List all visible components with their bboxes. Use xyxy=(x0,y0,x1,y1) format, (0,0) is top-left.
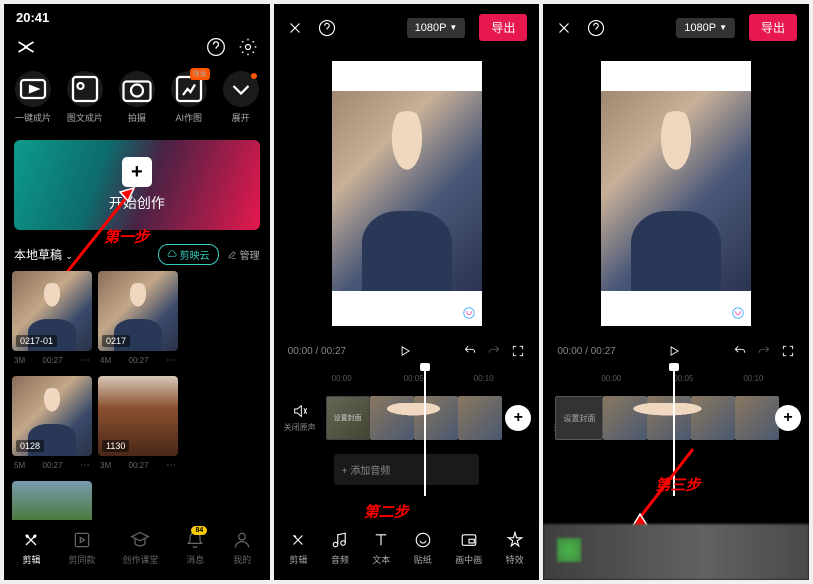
tool-expand[interactable]: 展开 xyxy=(223,71,259,124)
etool-sticker[interactable]: 贴纸 xyxy=(414,531,432,566)
etool-cut[interactable]: 剪辑 xyxy=(289,531,307,566)
add-clip-button[interactable]: + xyxy=(505,405,531,431)
play-icon[interactable] xyxy=(398,344,412,358)
draft-card[interactable]: 02174M00:27⋯ xyxy=(98,271,178,370)
cloud-button[interactable]: 剪映云 xyxy=(158,244,219,265)
cover-clip[interactable]: 设置封面 xyxy=(555,396,603,440)
more-icon[interactable]: ⋯ xyxy=(80,355,90,366)
timeline-clips[interactable]: 设置封面 xyxy=(555,396,779,440)
preview-canvas[interactable] xyxy=(332,61,482,326)
nav-template[interactable]: 剪同款 xyxy=(68,530,95,566)
watermark-icon xyxy=(462,306,476,320)
fullscreen-icon[interactable] xyxy=(511,344,525,358)
watermark-icon xyxy=(731,306,745,320)
nav-edit[interactable]: 剪辑 xyxy=(21,530,41,566)
help-icon[interactable] xyxy=(587,19,605,37)
export-button[interactable]: 导出 xyxy=(749,14,797,41)
nav-learn[interactable]: 创作课堂 xyxy=(122,530,158,566)
drafts-title[interactable]: 本地草稿 ⌄ xyxy=(14,246,73,263)
annotation-step2: 第二步 xyxy=(364,501,409,522)
add-audio-button[interactable]: + 添加音频 xyxy=(334,454,480,485)
fullscreen-icon[interactable] xyxy=(781,344,795,358)
add-clip-button[interactable]: + xyxy=(775,405,801,431)
resolution-button[interactable]: 1080P ▼ xyxy=(407,18,466,38)
etool-pip[interactable]: 画中画 xyxy=(455,531,482,566)
play-icon[interactable] xyxy=(667,344,681,358)
redo-icon[interactable] xyxy=(487,344,501,358)
draft-card[interactable]: 01285M00:27⋯ xyxy=(12,376,92,475)
capcut-logo xyxy=(16,37,36,57)
tool-oneclick[interactable]: 一键成片 xyxy=(15,71,51,124)
status-time: 20:41 xyxy=(16,10,49,25)
timeline-clips[interactable]: 设置封面 xyxy=(326,396,502,440)
close-icon[interactable] xyxy=(555,19,573,37)
create-label: 开始创作 xyxy=(109,193,165,213)
cover-clip[interactable]: 设置封面 xyxy=(326,396,370,440)
undo-icon[interactable] xyxy=(463,344,477,358)
annotation-step1: 第一步 xyxy=(104,226,149,247)
tool-imagetext[interactable]: 图文成片 xyxy=(67,71,103,124)
undo-icon[interactable] xyxy=(733,344,747,358)
resolution-button[interactable]: 1080P ▼ xyxy=(676,18,735,38)
help-icon[interactable] xyxy=(206,37,226,57)
timeline-ruler[interactable]: 00:00 00:05 00:10 xyxy=(543,374,809,388)
video-clip[interactable] xyxy=(735,396,779,440)
close-icon[interactable] xyxy=(286,19,304,37)
tool-camera[interactable]: 拍摄 xyxy=(119,71,155,124)
time-display: 00:00 / 00:27 xyxy=(557,346,615,357)
etool-audio[interactable]: 音频 xyxy=(331,531,349,566)
settings-icon[interactable] xyxy=(238,37,258,57)
redo-icon[interactable] xyxy=(757,344,771,358)
playhead[interactable] xyxy=(424,366,426,496)
nav-message[interactable]: 84消息 xyxy=(185,530,205,566)
etool-text[interactable]: 文本 xyxy=(372,531,390,566)
status-signals xyxy=(250,10,258,25)
blurred-region xyxy=(543,524,809,580)
nav-profile[interactable]: 我的 xyxy=(232,530,252,566)
annotation-step3: 第三步 xyxy=(655,474,700,495)
time-display: 00:00 / 00:27 xyxy=(288,346,346,357)
mute-button[interactable]: 关闭原声 xyxy=(274,403,326,433)
export-button[interactable]: 导出 xyxy=(479,14,527,41)
help-icon[interactable] xyxy=(318,19,336,37)
preview-canvas[interactable] xyxy=(601,61,751,326)
draft-card[interactable]: 11303M00:27⋯ xyxy=(98,376,178,475)
manage-button[interactable]: 管理 xyxy=(227,247,260,262)
etool-fx[interactable]: 特效 xyxy=(506,531,524,566)
tool-ai-image[interactable]: 限免AI作图 xyxy=(171,71,207,124)
create-button[interactable]: + 开始创作 xyxy=(14,140,260,230)
timeline-ruler[interactable]: 00:00 00:05 00:10 xyxy=(274,374,540,388)
plus-icon: + xyxy=(122,157,152,187)
draft-card[interactable]: 0217-013M00:27⋯ xyxy=(12,271,92,370)
video-clip[interactable] xyxy=(458,396,502,440)
